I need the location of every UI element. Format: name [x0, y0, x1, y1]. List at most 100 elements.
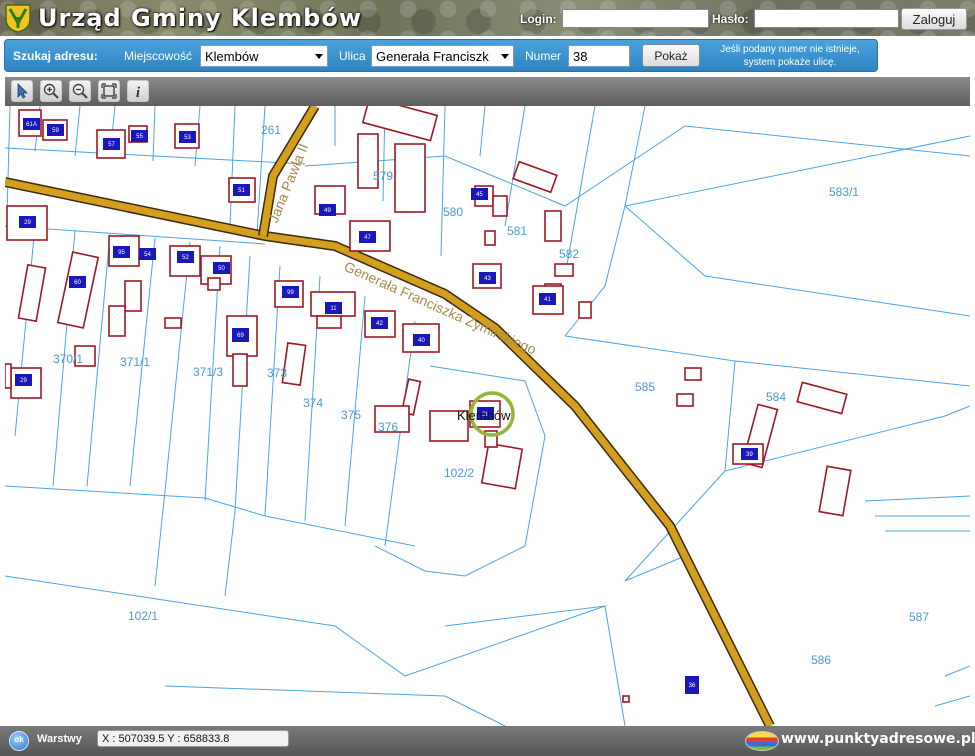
password-label: Hasło:	[712, 12, 749, 26]
layers-button[interactable]: Warstwy	[37, 733, 82, 745]
parcel-label: 373	[267, 366, 287, 380]
coat-of-arms-icon	[5, 4, 31, 33]
parcel-label: 583/1	[829, 185, 859, 199]
house-number: 69	[232, 328, 249, 342]
number-label: Numer	[525, 49, 562, 63]
parcel-label: 371/1	[120, 355, 150, 369]
house-number: 52	[177, 251, 194, 263]
parcel-label: 586	[811, 653, 831, 667]
parcel-label: 376	[378, 420, 398, 434]
footer-url[interactable]: www.punktyadresowe.pl	[781, 731, 975, 747]
locality-label: Miejscowość	[124, 49, 193, 63]
punktyadresowe-logo-icon	[745, 731, 779, 751]
search-hint-line2: system pokaże ulicę.	[743, 57, 837, 68]
house-number: 42	[371, 317, 388, 329]
login-label: Login:	[520, 12, 557, 26]
house-number: 54	[139, 248, 156, 260]
parcel-label: 580	[443, 205, 463, 219]
locality-select[interactable]: Klembów	[200, 45, 328, 67]
coordinates-readout: X : 507039.5 Y : 658833.8	[97, 730, 289, 747]
house-number: 55	[131, 130, 148, 142]
house-number-text: 60	[74, 280, 81, 286]
map-svg: 61A 59 57 55 53 51 49 47 45 43 41 29 95 …	[5, 106, 970, 726]
locality-highlight-label: Klembów	[457, 408, 511, 423]
house-number-text: 40	[418, 338, 425, 344]
parcel-label: 375	[341, 408, 361, 422]
password-input[interactable]	[754, 9, 899, 28]
login-button[interactable]: Zaloguj	[901, 8, 967, 30]
house-number-text: 39	[746, 452, 753, 458]
parcel-label: 582	[559, 247, 579, 261]
street-label: Ulica	[339, 49, 366, 63]
house-number: 51	[233, 184, 250, 196]
house-number: 49	[319, 204, 336, 216]
chevron-down-icon	[501, 54, 509, 59]
status-bar: ok Warstwy X : 507039.5 Y : 658833.8 www…	[0, 726, 975, 756]
zoom-out-icon[interactable]	[69, 80, 91, 102]
search-hint: Jeśli podany numer nie istnieje, system …	[705, 43, 875, 69]
house-number-text: 29	[20, 378, 27, 384]
search-title: Szukaj adresu:	[13, 49, 98, 63]
map-toolbar: i	[5, 77, 970, 106]
house-number-text: 43	[484, 276, 491, 282]
map-canvas[interactable]: 61A 59 57 55 53 51 49 47 45 43 41 29 95 …	[5, 106, 970, 726]
full-extent-icon[interactable]	[98, 80, 120, 102]
house-number: 57	[103, 138, 120, 150]
house-number: 29	[15, 374, 32, 386]
house-number: 29	[19, 216, 36, 228]
house-number-text: 36	[689, 683, 696, 689]
house-number-text: 99	[287, 290, 294, 296]
chevron-down-icon	[315, 54, 323, 59]
house-number: 99	[282, 286, 299, 298]
parcel-label: 585	[635, 380, 655, 394]
house-number-text: 59	[52, 128, 59, 134]
street-select[interactable]: Generała Franciszk	[371, 45, 514, 67]
house-number-text: 95	[118, 250, 125, 256]
pointer-icon[interactable]	[11, 80, 33, 102]
house-number-text: 45	[476, 192, 483, 198]
house-number-text: 51	[238, 188, 245, 194]
header-bar: Urząd Gminy Klembów Login: Hasło: Zalogu…	[0, 0, 975, 36]
number-input[interactable]: 38	[568, 45, 630, 67]
house-number: 39	[741, 448, 758, 460]
parcel-label: 102/2	[444, 466, 474, 480]
search-row: Szukaj adresu: Miejscowość Klembów Ulica…	[0, 36, 975, 77]
login-input[interactable]	[562, 9, 709, 28]
house-number-text: 61A	[26, 122, 37, 128]
svg-text:i: i	[136, 85, 141, 99]
parcel-label: 584	[766, 390, 786, 404]
house-number-text: 47	[364, 235, 371, 241]
house-number: 47	[359, 231, 376, 243]
parcel-label: 261	[261, 123, 281, 137]
zoom-in-icon[interactable]	[40, 80, 62, 102]
address-search-bar: Szukaj adresu: Miejscowość Klembów Ulica…	[4, 39, 878, 72]
parcel-label: 371/3	[193, 365, 223, 379]
info-icon[interactable]: i	[127, 80, 149, 102]
layers-icon-text: ok	[14, 735, 24, 744]
layers-icon[interactable]: ok	[9, 731, 29, 751]
house-number: 61A	[23, 118, 40, 130]
parcel-label: 370/1	[53, 352, 83, 366]
house-number-text: 55	[136, 134, 143, 140]
house-number-text: 57	[108, 142, 115, 148]
street-value: Generała Franciszk	[376, 49, 489, 64]
road-label-generala: Generała Franciszka Żymirskiego	[342, 257, 540, 357]
house-number: 45	[471, 188, 488, 200]
house-number: 43	[479, 272, 496, 284]
house-number: 41	[539, 293, 556, 305]
house-number-text: 11	[330, 306, 337, 312]
house-number-text: 54	[144, 252, 151, 258]
site-title: Urząd Gminy Klembów	[38, 4, 362, 32]
house-number-text: 29	[24, 220, 31, 226]
house-number: 11	[325, 302, 342, 314]
house-number-text: 53	[184, 135, 191, 141]
house-number-text: 41	[544, 297, 551, 303]
house-number: 40	[413, 334, 430, 346]
house-number-text: 42	[376, 321, 383, 327]
house-number: 50	[213, 262, 230, 274]
parcel-label: 581	[507, 224, 527, 238]
show-button[interactable]: Pokaż	[642, 44, 700, 67]
parcel-label: 579	[373, 169, 393, 183]
house-number: 60	[69, 276, 86, 288]
house-number: 53	[179, 131, 196, 143]
